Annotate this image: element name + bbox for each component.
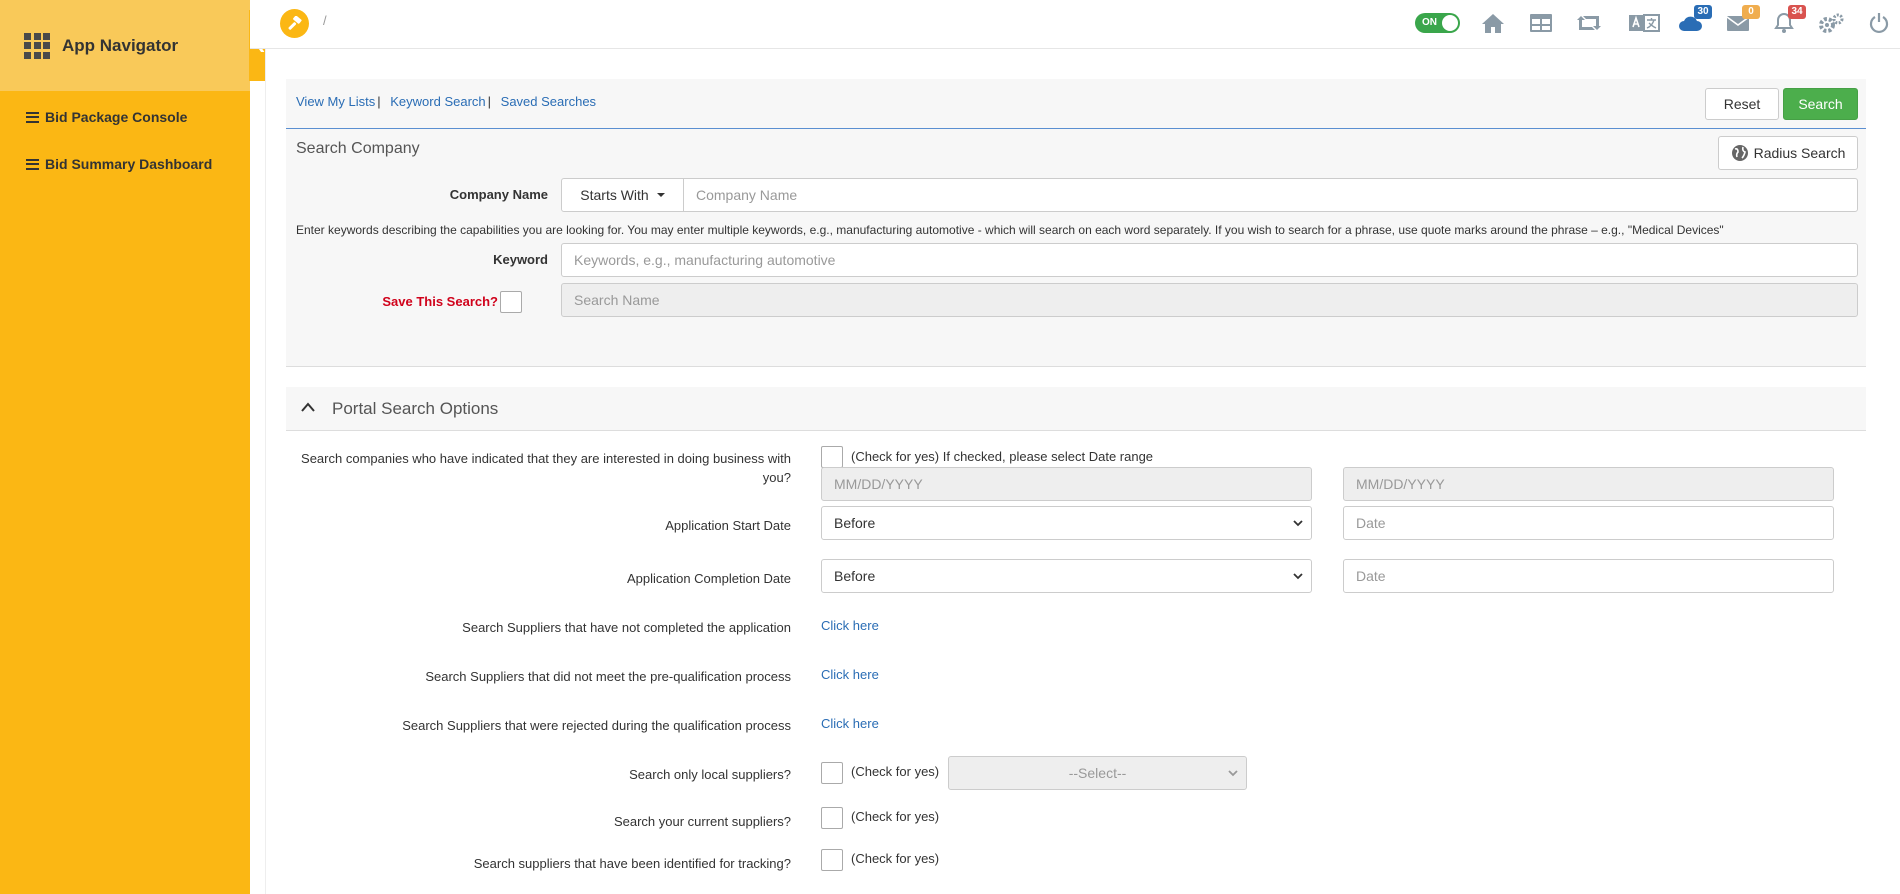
sidebar-header: App Navigator [0,0,250,91]
current-check-text: (Check for yes) [851,809,940,824]
tracking-check-text: (Check for yes) [851,851,940,866]
keyword-label: Keyword [493,252,548,267]
menu-lines-icon [26,111,39,123]
view-my-lists-link[interactable]: View My Lists [296,94,375,109]
radius-search-button[interactable]: Radius Search [1718,136,1858,170]
search-company-section: Search Company Radius Search Company Nam… [286,129,1866,367]
sidebar: App Navigator Bid Package Console Bid Su… [0,0,250,894]
app-completion-select[interactable]: Before [821,559,1312,593]
match-mode-dropdown[interactable]: Starts With [561,178,684,212]
sidebar-title: App Navigator [62,35,179,55]
keyword-input[interactable]: Keywords, e.g., manufacturing automotive [561,243,1858,277]
tracking-checkbox[interactable] [821,849,843,871]
match-mode-value: Starts With [580,187,649,203]
table-icon[interactable] [1527,10,1555,36]
company-name-label: Company Name [449,187,548,202]
app-completion-date-input[interactable]: Date [1343,559,1834,593]
select-value: --Select-- [1068,765,1127,781]
tracking-label: Search suppliers that have been identifi… [473,856,791,871]
cloud-badge: 30 [1694,5,1712,19]
main-content: View My Lists | Keyword Search | Saved Sea… [265,49,1900,894]
apps-grid-icon[interactable] [24,32,50,59]
app-start-label: Application Start Date [665,518,791,533]
radius-search-label: Radius Search [1753,145,1846,161]
rejected-link[interactable]: Click here [821,716,879,731]
keyword-search-link[interactable]: Keyword Search [390,94,485,109]
interested-label: Search companies who have indicated that… [301,451,791,485]
interested-checkbox[interactable] [821,446,843,468]
current-label: Search your current suppliers? [613,814,791,829]
translate-icon[interactable] [1627,10,1661,36]
sidebar-item-label: Bid Summary Dashboard [45,156,213,172]
local-region-select[interactable]: --Select-- [948,756,1247,790]
rejected-label: Search Suppliers that were rejected duri… [402,718,791,733]
not-prequal-link[interactable]: Click here [821,667,879,682]
not-completed-label: Search Suppliers that have not completed… [462,620,791,635]
select-value: Before [834,568,876,584]
date-from-input[interactable]: MM/DD/YYYY [821,467,1312,501]
caret-down-icon [656,193,665,197]
mail-badge: 0 [1742,5,1760,19]
local-checkbox[interactable] [821,762,843,784]
select-value: Before [834,515,876,531]
top-bar: / ON 30 0 34 [250,0,1900,49]
search-name-input[interactable]: Search Name [561,283,1858,317]
chevron-down-icon [1228,770,1238,777]
local-label: Search only local suppliers? [629,767,791,782]
separator: | [487,94,492,109]
gavel-icon[interactable] [280,9,309,38]
sidebar-item-bid-package-console[interactable]: Bid Package Console [26,106,250,128]
portal-search-options-header[interactable]: Portal Search Options [286,387,1866,431]
current-checkbox[interactable] [821,807,843,829]
app-completion-label: Application Completion Date [626,571,791,586]
save-search-label: Save This Search? [382,294,498,309]
bell-badge: 34 [1788,5,1806,19]
mail-icon[interactable]: 0 [1724,5,1760,36]
app-start-select[interactable]: Before [821,506,1312,540]
date-to-input[interactable]: MM/DD/YYYY [1343,467,1834,501]
app-start-date-input[interactable]: Date [1343,506,1834,540]
menu-lines-icon [26,158,39,170]
search-panel: View My Lists | Keyword Search | Saved Sea… [286,79,1866,894]
company-name-input[interactable]: Company Name [683,178,1858,212]
on-off-toggle[interactable]: ON [1415,13,1460,33]
portal-options-title: Portal Search Options [332,399,499,418]
not-completed-link[interactable]: Click here [821,618,879,633]
separator: | [377,94,381,109]
breadcrumb: / [323,13,327,28]
chevron-down-icon [1293,573,1303,580]
keyword-helper-text: Enter keywords describing the capabiliti… [296,223,1724,237]
reset-button[interactable]: Reset [1705,88,1779,120]
local-check-text: (Check for yes) [851,764,940,779]
cloud-icon[interactable]: 30 [1676,5,1712,36]
search-links-bar: View My Lists | Keyword Search | Saved Sea… [286,79,1866,129]
section-title: Search Company [296,140,420,157]
save-search-checkbox[interactable] [500,291,522,313]
bell-icon[interactable]: 34 [1770,5,1806,36]
saved-searches-link[interactable]: Saved Searches [501,94,596,109]
chevron-up-icon[interactable] [300,401,316,413]
sidebar-item-bid-summary-dashboard[interactable]: Bid Summary Dashboard [26,153,250,175]
toggle-label: ON [1422,17,1437,28]
power-icon[interactable] [1865,10,1893,36]
chevron-down-icon [1293,520,1303,527]
portal-options-body: Search companies who have indicated that… [286,431,1866,894]
interested-check-text: (Check for yes) If checked, please selec… [851,449,1154,464]
globe-icon [1731,145,1748,161]
not-prequal-label: Search Suppliers that did not meet the p… [425,669,791,684]
search-links: View My Lists | Keyword Search | Saved Sea… [296,94,596,109]
gears-icon[interactable] [1817,10,1845,36]
retweet-icon[interactable] [1575,10,1603,36]
search-button[interactable]: Search [1783,88,1858,120]
home-icon[interactable] [1479,10,1507,36]
sidebar-item-label: Bid Package Console [45,109,188,125]
